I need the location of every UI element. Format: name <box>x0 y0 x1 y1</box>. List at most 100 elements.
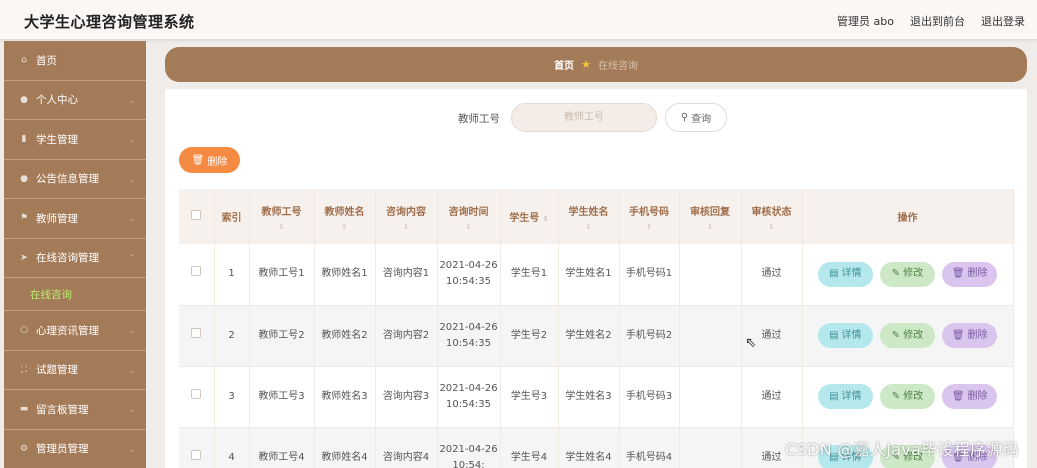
delete-button[interactable]: 🗑 删除 <box>942 261 998 287</box>
search-icon: ⚲ <box>680 112 689 123</box>
edit-button[interactable]: ✎ 修改 <box>880 323 935 348</box>
sort-icon[interactable]: ⇕ <box>315 223 375 231</box>
query-button[interactable]: ⚲ 查询 <box>665 103 727 132</box>
home-icon: ⌂ <box>21 55 27 66</box>
sort-icon[interactable]: ⇕ <box>376 223 437 231</box>
column-header[interactable]: 教师姓名 ⇕ <box>314 189 376 244</box>
row-checkbox[interactable] <box>191 266 202 277</box>
sidebar-item-teachers[interactable]: ⚑ 教师管理 ⌄ <box>4 199 146 239</box>
row-checkbox[interactable] <box>191 388 202 399</box>
cell-content: 咨询内容2 <box>375 305 438 367</box>
cell-content: 咨询内容4 <box>375 427 438 468</box>
sort-icon[interactable]: ⇕ <box>250 223 314 231</box>
sidebar-item-message-board[interactable]: ▬ 留言板管理 ⌄ <box>4 390 146 430</box>
column-header[interactable]: 教师工号 ⇕ <box>249 189 315 244</box>
cell-teacher-id: 教师工号4 <box>249 427 315 468</box>
column-header: 索引 <box>214 189 250 244</box>
cell-student-id: 学生号1 <box>500 244 559 306</box>
sidebar-item-admins[interactable]: ⚙ 管理员管理 ⌄ <box>4 430 146 468</box>
edit-button[interactable]: ✎ 修改 <box>880 261 935 287</box>
sidebar-item-consultation[interactable]: ➤ 在线咨询管理 ⌃ <box>4 239 146 278</box>
flag-icon: ⚑ <box>19 213 29 224</box>
chevron-down-icon: ⌄ <box>128 214 136 224</box>
chevron-down-icon: ⌄ <box>128 95 136 106</box>
cell-time: 2021-04-26 10:54:35 <box>437 244 501 306</box>
delete-button[interactable]: 🗑 删除 <box>942 323 998 348</box>
row-checkbox[interactable] <box>191 327 202 338</box>
column-header[interactable]: 咨询时间 ⇕ <box>437 189 501 244</box>
cell-teacher-name: 教师姓名3 <box>314 366 376 428</box>
column-header[interactable]: 学生号 ⇕ <box>500 189 559 244</box>
cell-reply <box>679 427 742 468</box>
sidebar: ⌂ 首页 ● 个人中心 ⌄ ▮ 学生管理 ⌄ ● 公告信息管理 ⌄ ⚑ 教师管理… <box>4 41 146 468</box>
gear-icon: ⚙ <box>19 443 29 454</box>
cell-teacher-name: 教师姓名2 <box>314 305 376 367</box>
chevron-down-icon: ⌄ <box>128 405 136 415</box>
logout-link[interactable]: 退出登录 <box>981 13 1025 29</box>
cell-phone: 手机号码2 <box>619 305 680 367</box>
sidebar-item-announcements[interactable]: ● 公告信息管理 ⌄ <box>4 160 146 199</box>
document-icon: ▤ <box>829 329 839 341</box>
chevron-down-icon: ⌄ <box>128 135 136 145</box>
cell-time: 2021-04-26 10:54:35 <box>437 305 501 367</box>
sidebar-item-psych-news[interactable]: ○ 心理资讯管理 ⌄ <box>4 311 146 351</box>
sort-icon[interactable]: ⇕ <box>680 223 741 231</box>
sidebar-item-label: 个人中心 <box>36 94 78 107</box>
cell-content: 咨询内容3 <box>375 366 438 428</box>
sort-icon[interactable]: ⇕ <box>620 223 679 231</box>
sidebar-item-label: 公告信息管理 <box>36 173 99 186</box>
table-header-row: 索引 教师工号 ⇕ 教师姓名 ⇕ 咨询内容 ⇕ 咨询时间 ⇕ 学生号 ⇕ 学生姓名 ⇕ 手… <box>179 189 1014 244</box>
detail-button[interactable]: ▤ 详情 <box>817 384 873 409</box>
sidebar-item-label: 教师管理 <box>36 212 78 225</box>
cell-student-id: 学生号3 <box>500 366 559 428</box>
cell-student-id: 学生号4 <box>500 427 559 468</box>
table-row: 3 教师工号3 教师姓名3 咨询内容3 2021-04-26 10:54:35 … <box>179 366 1014 428</box>
header-links: 管理员 abo 退出到前台 退出登录 <box>837 13 1025 29</box>
cell-index: 4 <box>214 427 250 468</box>
breadcrumb-home[interactable]: 首页 <box>554 57 574 72</box>
cell-phone: 手机号码1 <box>619 244 680 306</box>
sidebar-item-students[interactable]: ▮ 学生管理 ⌄ <box>4 120 146 160</box>
column-header[interactable]: 审核状态 ⇕ <box>741 189 803 244</box>
app-title: 大学生心理咨询管理系统 <box>24 13 195 31</box>
cell-status: 通过 <box>741 366 803 428</box>
sort-icon[interactable]: ⇕ <box>559 223 619 231</box>
delete-button[interactable]: 🗑 删除 <box>942 384 998 409</box>
trash-icon: 🗑 <box>191 154 205 166</box>
back-to-frontend-link[interactable]: 退出到前台 <box>910 13 965 29</box>
bank-icon: ▬ <box>19 404 29 415</box>
send-icon: ➤ <box>20 252 28 263</box>
sort-icon[interactable]: ⇕ <box>438 223 500 231</box>
column-header[interactable]: 审核回复 ⇕ <box>679 189 742 244</box>
column-header[interactable]: 手机号码 ⇕ <box>619 189 680 244</box>
table-row: 2 教师工号2 教师姓名2 咨询内容2 2021-04-26 10:54:35 … <box>179 305 1014 367</box>
consultation-table: 索引 教师工号 ⇕ 教师姓名 ⇕ 咨询内容 ⇕ 咨询时间 ⇕ 学生号 ⇕ 学生姓名 ⇕ 手… <box>179 189 1014 468</box>
detail-button[interactable]: ▤ 详情 <box>817 323 873 348</box>
bulk-delete-button[interactable]: 🗑 删除 <box>179 147 240 173</box>
watermark: CSDN @嘉人Java毕设程序源码 <box>785 440 1019 459</box>
sidebar-item-questions[interactable]: ⛶ 试题管理 ⌄ <box>4 351 146 390</box>
column-header[interactable]: 咨询内容 ⇕ <box>375 189 438 244</box>
sidebar-subitem-online-consultation[interactable]: 在线咨询 <box>4 278 146 311</box>
sidebar-item-label: 留言板管理 <box>36 403 89 416</box>
cell-teacher-name: 教师姓名4 <box>314 427 376 468</box>
chart-icon: ▮ <box>21 134 27 145</box>
document-icon: ▤ <box>829 390 839 402</box>
cell-reply <box>679 244 742 306</box>
edit-button[interactable]: ✎ 修改 <box>880 384 935 409</box>
detail-button[interactable]: ▤ 详情 <box>817 261 873 287</box>
sidebar-item-profile[interactable]: ● 个人中心 ⌄ <box>4 81 146 120</box>
search-bar: 教师工号 教师工号 ⚲ 查询 <box>165 103 1027 133</box>
search-label: 教师工号 <box>458 113 500 125</box>
teacher-id-search-input[interactable]: 教师工号 <box>511 103 657 132</box>
sort-icon[interactable]: ⇕ <box>742 223 802 231</box>
column-header[interactable]: 学生姓名 ⇕ <box>558 189 620 244</box>
row-checkbox[interactable] <box>191 449 202 460</box>
pin-icon: ● <box>20 173 28 184</box>
sidebar-item-home[interactable]: ⌂ 首页 <box>4 41 146 81</box>
cell-student-name: 学生姓名2 <box>558 305 620 367</box>
sort-icon[interactable]: ⇕ <box>543 215 549 223</box>
circle-icon: ○ <box>20 325 28 336</box>
cell-phone: 手机号码4 <box>619 427 680 468</box>
select-all-checkbox[interactable] <box>191 210 202 220</box>
